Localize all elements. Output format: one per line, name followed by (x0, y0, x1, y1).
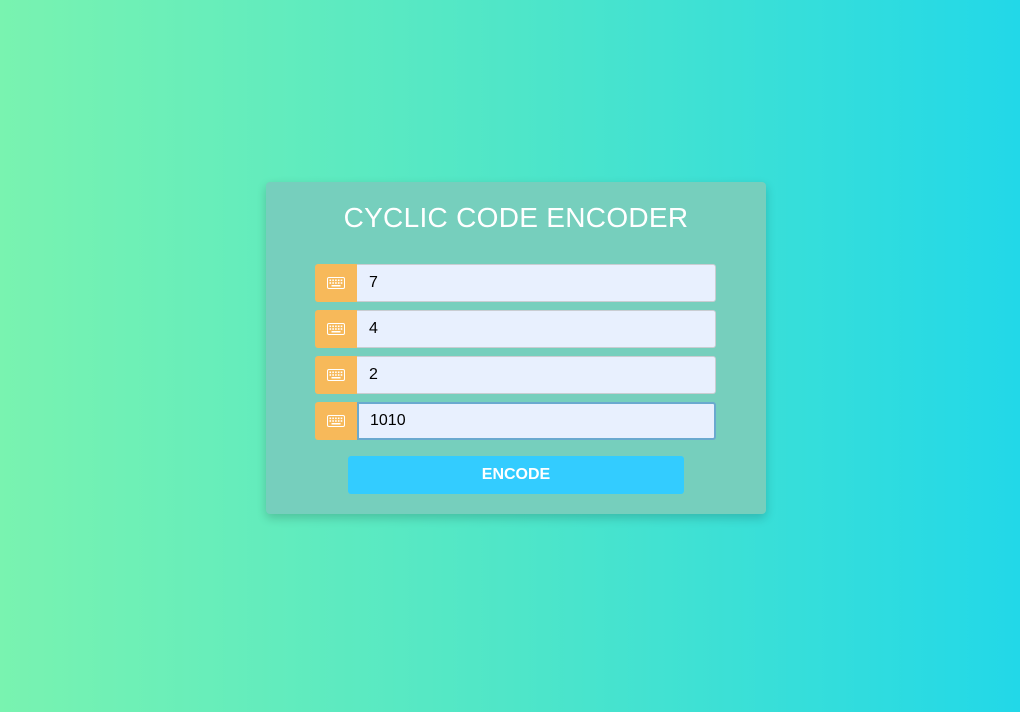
input-field-4[interactable] (357, 402, 716, 440)
keyboard-icon (315, 356, 357, 394)
encoder-card: CYCLIC CODE ENCODER ENCODE (266, 182, 766, 514)
field-row-3 (315, 356, 716, 394)
field-row-1 (315, 264, 716, 302)
field-row-4 (315, 402, 716, 440)
field-row-2 (315, 310, 716, 348)
input-field-1[interactable] (357, 264, 716, 302)
input-field-2[interactable] (357, 310, 716, 348)
keyboard-icon (315, 402, 357, 440)
keyboard-icon (315, 310, 357, 348)
encode-button[interactable]: ENCODE (348, 456, 684, 494)
keyboard-icon (315, 264, 357, 302)
input-field-3[interactable] (357, 356, 716, 394)
page-title: CYCLIC CODE ENCODER (343, 202, 689, 233)
